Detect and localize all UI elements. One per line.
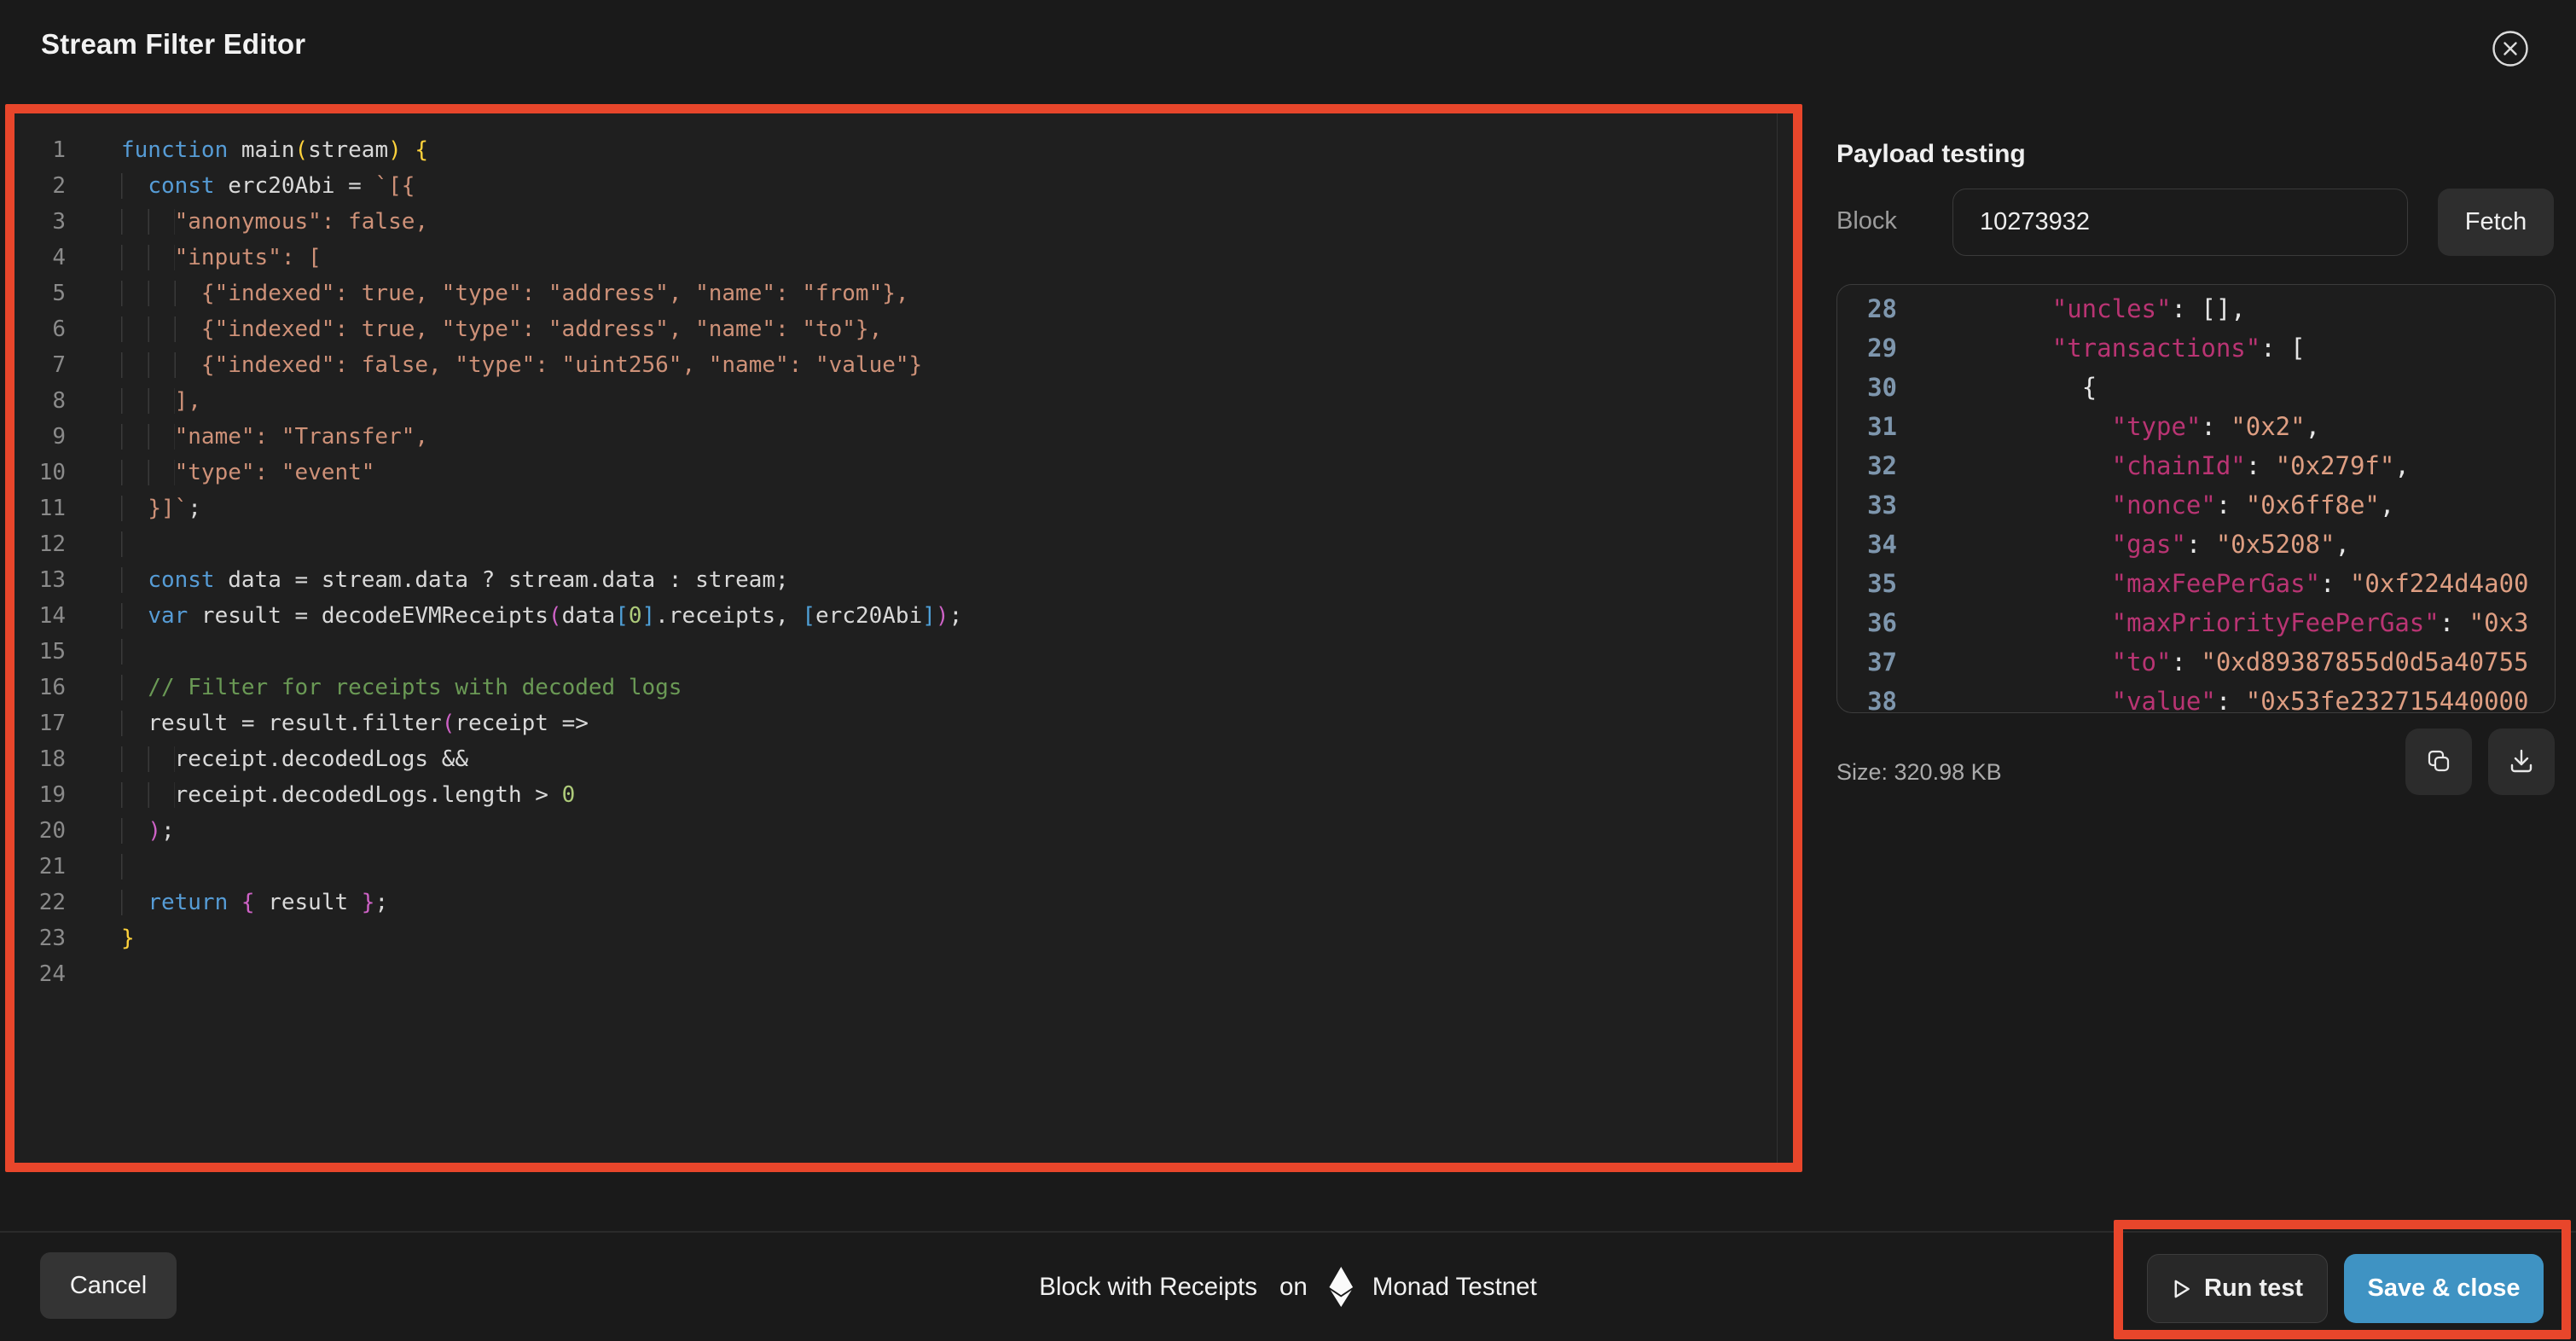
code-editor[interactable]: 1function main(stream) {2 const erc20Abi…	[15, 113, 1793, 1163]
json-line: 28 "uncles": [],	[1846, 289, 2555, 328]
json-line: 37 "to": "0xd89387855d0d5a40755	[1846, 642, 2555, 682]
page-title: Stream Filter Editor	[41, 28, 305, 61]
code-line: 23}	[15, 920, 1793, 956]
download-icon	[2508, 747, 2535, 777]
stream-type-label: Block with Receipts	[1039, 1273, 1257, 1302]
copy-icon	[2425, 747, 2452, 777]
json-line: 31 "type": "0x2",	[1846, 407, 2555, 446]
code-line: 20 );	[15, 813, 1793, 849]
json-line: 38 "value": "0x53fe232715440000	[1846, 682, 2555, 713]
fetch-button[interactable]: Fetch	[2438, 189, 2554, 256]
code-line: 12	[15, 526, 1793, 562]
code-line: 18 receipt.decodedLogs &&	[15, 741, 1793, 777]
close-button[interactable]	[2491, 29, 2530, 68]
code-line: 11 }]`;	[15, 491, 1793, 526]
code-line: 5 {"indexed": true, "type": "address", "…	[15, 276, 1793, 311]
code-line: 15	[15, 634, 1793, 670]
editor-scrollbar-divider	[1777, 113, 1778, 1163]
json-line: 29 "transactions": [	[1846, 328, 2555, 368]
code-line: 3 "anonymous": false,	[15, 204, 1793, 240]
code-line: 6 {"indexed": true, "type": "address", "…	[15, 311, 1793, 347]
payload-size-label: Size: 320.98 KB	[1836, 759, 2002, 786]
block-number-input[interactable]	[1952, 189, 2408, 256]
code-line: 13 const data = stream.data ? stream.dat…	[15, 562, 1793, 598]
payload-testing-title: Payload testing	[1836, 140, 2026, 169]
code-line: 21	[15, 849, 1793, 885]
code-line: 14 var result = decodeEVMReceipts(data[0…	[15, 598, 1793, 634]
code-line: 16 // Filter for receipts with decoded l…	[15, 670, 1793, 705]
network-label: Monad Testnet	[1372, 1273, 1537, 1302]
json-line: 33 "nonce": "0x6ff8e",	[1846, 485, 2555, 525]
code-line: 22 return { result };	[15, 885, 1793, 920]
code-line: 4 "inputs": [	[15, 240, 1793, 276]
code-line: 17 result = result.filter(receipt =>	[15, 705, 1793, 741]
copy-button[interactable]	[2405, 729, 2472, 795]
block-label: Block	[1836, 207, 1897, 235]
code-line: 24	[15, 956, 1793, 992]
cancel-button[interactable]: Cancel	[40, 1252, 177, 1319]
json-line: 32 "chainId": "0x279f",	[1846, 446, 2555, 485]
play-icon	[2172, 1278, 2191, 1300]
json-line: 36 "maxPriorityFeePerGas": "0x3	[1846, 603, 2555, 642]
json-line: 30 {	[1846, 368, 2555, 407]
footer-divider	[0, 1231, 2576, 1233]
save-close-button[interactable]: Save & close	[2344, 1254, 2544, 1323]
json-payload-preview[interactable]: 28 "uncles": [],29 "transactions": [30 {…	[1836, 284, 2556, 713]
run-test-label: Run test	[2204, 1274, 2303, 1303]
code-line: 8 ],	[15, 383, 1793, 419]
code-line: 9 "name": "Transfer",	[15, 419, 1793, 455]
code-line: 10 "type": "event"	[15, 455, 1793, 491]
json-line: 35 "maxFeePerGas": "0xf224d4a00	[1846, 564, 2555, 603]
on-label: on	[1279, 1273, 1308, 1302]
code-line: 7 {"indexed": false, "type": "uint256", …	[15, 347, 1793, 383]
code-line: 19 receipt.decodedLogs.length > 0	[15, 777, 1793, 813]
run-test-button[interactable]: Run test	[2147, 1254, 2328, 1323]
download-button[interactable]	[2488, 729, 2555, 795]
circle-x-icon	[2491, 58, 2530, 71]
stream-summary: Block with Receipts on Monad Testnet	[1039, 1267, 1537, 1308]
ethereum-icon	[1328, 1267, 1354, 1308]
json-line: 34 "gas": "0x5208",	[1846, 525, 2555, 564]
code-line: 1function main(stream) {	[15, 132, 1793, 168]
code-line: 2 const erc20Abi = `[{	[15, 168, 1793, 204]
stream-filter-editor-modal: Stream Filter Editor 1function main(stre…	[0, 0, 2576, 1341]
